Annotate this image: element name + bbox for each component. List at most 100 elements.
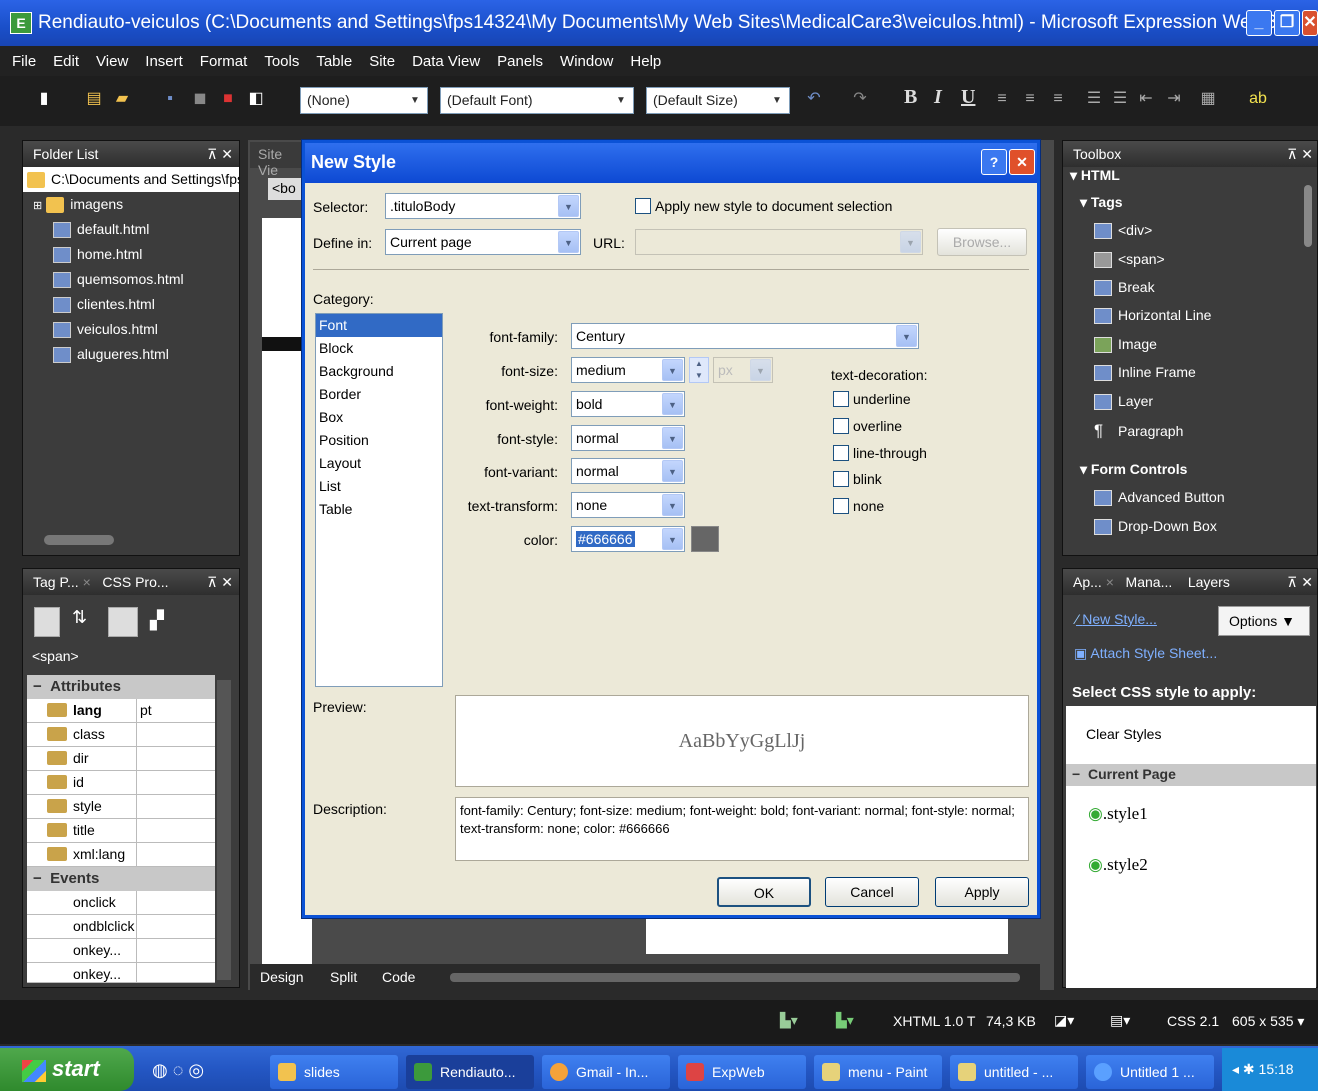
- menu-window[interactable]: Window: [560, 53, 613, 70]
- page-dimensions-indicator[interactable]: 605 x 535 ▾: [1232, 1013, 1304, 1030]
- tab-manage-styles[interactable]: Mana...: [1126, 574, 1173, 590]
- numbered-list-icon[interactable]: ☰: [1084, 88, 1104, 110]
- font-size-unit-select[interactable]: px ▼: [713, 357, 773, 383]
- chevron-down-icon[interactable]: ▼: [900, 231, 921, 253]
- undo-icon[interactable]: ↶: [804, 88, 824, 110]
- task-rendiauto[interactable]: Rendiauto...: [406, 1055, 534, 1089]
- attr-row-xml-lang[interactable]: xml:lang: [27, 843, 215, 867]
- font-size-select[interactable]: medium ▼: [571, 357, 685, 383]
- attr-row-class[interactable]: class: [27, 723, 215, 747]
- css-version-indicator[interactable]: CSS 2.1: [1167, 1013, 1219, 1029]
- file-item-home[interactable]: home.html: [23, 242, 239, 267]
- save-icon[interactable]: ▪: [160, 88, 180, 110]
- clear-styles[interactable]: Clear Styles: [1086, 726, 1161, 742]
- attach-style-sheet-link[interactable]: ▣ Attach Style Sheet...: [1074, 645, 1217, 662]
- chevron-down-icon[interactable]: ▼: [750, 359, 771, 381]
- category-border[interactable]: Border: [316, 383, 442, 406]
- tab-design[interactable]: Design: [260, 969, 304, 985]
- color-swatch[interactable]: [691, 526, 719, 552]
- browse-button[interactable]: Browse...: [937, 228, 1027, 256]
- categorized-view-icon[interactable]: [34, 607, 60, 637]
- quick-launch-icons[interactable]: ◍ ◌ ◎: [152, 1060, 204, 1081]
- file-item-default[interactable]: default.html: [23, 217, 239, 242]
- tab-css-properties[interactable]: CSS Pro...: [102, 574, 168, 590]
- task-gmail[interactable]: Gmail - In...: [542, 1055, 670, 1089]
- status-icon-1[interactable]: ▙▾: [780, 1012, 798, 1029]
- expand-icon[interactable]: ⊞: [33, 200, 42, 212]
- schema-icon[interactable]: ◪▾: [1054, 1012, 1074, 1029]
- style-combo[interactable]: (None) ▼: [300, 87, 428, 114]
- text-transform-select[interactable]: none ▼: [571, 492, 685, 518]
- bold-button[interactable]: B: [904, 86, 917, 109]
- attr-row-title[interactable]: title: [27, 819, 215, 843]
- task-untitled-browser[interactable]: Untitled 1 ...: [1086, 1055, 1214, 1089]
- tab-apply-styles[interactable]: Ap...: [1073, 574, 1102, 590]
- preview-icon[interactable]: ◧: [246, 88, 266, 110]
- category-background[interactable]: Background: [316, 360, 442, 383]
- sort-icon[interactable]: ⇅: [72, 607, 98, 637]
- align-left-icon[interactable]: ≡: [992, 88, 1012, 110]
- apply-button[interactable]: Apply: [935, 877, 1029, 907]
- menu-insert[interactable]: Insert: [145, 53, 183, 70]
- apply-new-style-checkbox[interactable]: [635, 198, 651, 214]
- minimize-button[interactable]: _: [1246, 10, 1272, 36]
- pin-icon[interactable]: ⊼ ✕: [207, 574, 233, 591]
- align-right-icon[interactable]: ≡: [1048, 88, 1068, 110]
- dialog-close-icon[interactable]: ✕: [1009, 149, 1035, 175]
- task-expweb[interactable]: ExpWeb: [678, 1055, 806, 1089]
- start-button[interactable]: start: [0, 1048, 134, 1091]
- toolbox-drop-down-box[interactable]: Drop-Down Box: [1094, 518, 1217, 536]
- outdent-icon[interactable]: ⇤: [1136, 88, 1156, 110]
- editor-hscrollbar[interactable]: [450, 973, 1020, 982]
- menu-site[interactable]: Site: [369, 53, 395, 70]
- pin-icon[interactable]: ⊼ ✕: [1287, 146, 1313, 163]
- new-page-icon[interactable]: ▮: [34, 88, 54, 110]
- tag-panel-scrollbar[interactable]: [217, 680, 231, 980]
- attr-row-dir[interactable]: dir: [27, 747, 215, 771]
- overline-checkbox[interactable]: [833, 418, 849, 434]
- chevron-down-icon[interactable]: ▼: [558, 231, 579, 253]
- underline-button[interactable]: U: [961, 86, 975, 109]
- chevron-down-icon[interactable]: ▼: [662, 359, 683, 381]
- borders-icon[interactable]: ▦: [1198, 88, 1218, 110]
- category-font[interactable]: Font: [316, 314, 442, 337]
- italic-button[interactable]: I: [934, 86, 942, 109]
- indent-icon[interactable]: ⇥: [1164, 88, 1184, 110]
- toolbox-span[interactable]: <span>: [1094, 251, 1165, 269]
- toolbox-scrollbar[interactable]: [1304, 185, 1312, 247]
- tray-icons[interactable]: ◂ ✱: [1232, 1061, 1259, 1077]
- chevron-down-icon[interactable]: ▼: [662, 393, 683, 415]
- help-button[interactable]: ?: [981, 149, 1007, 175]
- font-variant-select[interactable]: normal ▼: [571, 458, 685, 484]
- style1-item[interactable]: ◉.style1: [1088, 804, 1148, 824]
- new-style-link[interactable]: ⁄ New Style...: [1076, 611, 1157, 627]
- tab-site-view[interactable]: Site Vie: [250, 142, 310, 178]
- ok-button[interactable]: OK: [717, 877, 811, 907]
- options-button[interactable]: Options ▼: [1218, 606, 1310, 636]
- menu-help[interactable]: Help: [630, 53, 661, 70]
- toolbox-horizontal-line[interactable]: Horizontal Line: [1094, 307, 1211, 325]
- toolbox-html-group[interactable]: ▾ HTML: [1070, 167, 1120, 184]
- menu-view[interactable]: View: [96, 53, 128, 70]
- chevron-down-icon[interactable]: ▼: [662, 494, 683, 516]
- current-page-header[interactable]: − Current Page: [1066, 764, 1316, 786]
- chevron-down-icon[interactable]: ▼: [662, 427, 683, 449]
- event-row-onkey2[interactable]: onkey...: [27, 963, 215, 983]
- toolbox-advanced-button[interactable]: Advanced Button: [1094, 489, 1225, 507]
- menu-tools[interactable]: Tools: [264, 53, 299, 70]
- file-item-veiculos[interactable]: veiculos.html: [23, 317, 239, 342]
- task-untitled-paint[interactable]: untitled - ...: [950, 1055, 1078, 1089]
- tab-layers[interactable]: Layers: [1188, 574, 1230, 590]
- toolbox-image[interactable]: Image: [1094, 336, 1157, 354]
- menu-format[interactable]: Format: [200, 53, 248, 70]
- chevron-down-icon[interactable]: ▼: [662, 460, 683, 482]
- font-size-spinner[interactable]: ▲ ▼: [689, 357, 709, 383]
- menu-file[interactable]: File: [12, 53, 36, 70]
- font-combo[interactable]: (Default Font) ▼: [440, 87, 634, 114]
- category-layout[interactable]: Layout: [316, 452, 442, 475]
- cancel-button[interactable]: Cancel: [825, 877, 919, 907]
- attributes-section[interactable]: − Attributes: [27, 675, 215, 699]
- toolbox-div[interactable]: <div>: [1094, 222, 1152, 240]
- toolbox-tags-group[interactable]: ▾ Tags: [1080, 194, 1123, 211]
- define-in-select[interactable]: Current page ▼: [385, 229, 581, 255]
